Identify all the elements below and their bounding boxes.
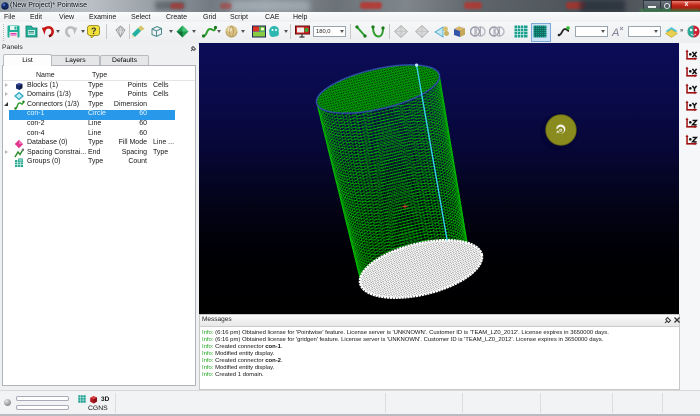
svg-text:?: ? xyxy=(91,26,97,36)
svg-text:A: A xyxy=(611,27,619,38)
